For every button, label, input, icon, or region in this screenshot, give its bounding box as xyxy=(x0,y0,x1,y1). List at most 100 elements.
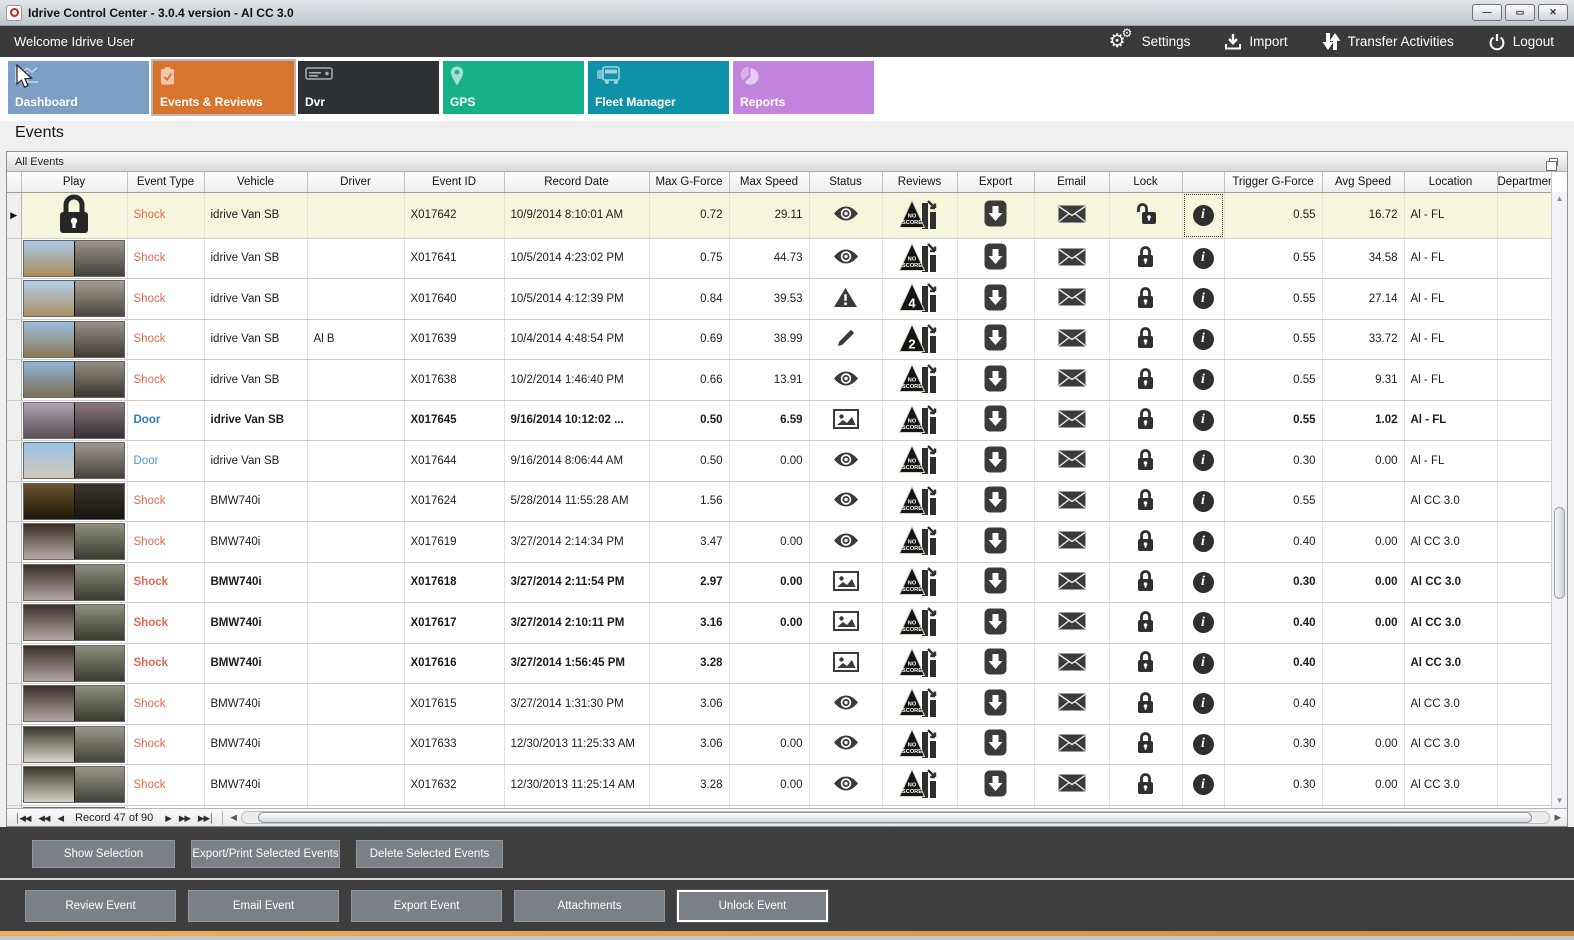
cell-status[interactable] xyxy=(809,764,883,806)
cell-play[interactable] xyxy=(21,764,128,806)
export-print-selected-events-button[interactable]: Export/Print Selected Events xyxy=(191,840,340,868)
column-header[interactable]: Export xyxy=(957,172,1035,193)
cell-email[interactable] xyxy=(1034,764,1110,806)
cell-reviews[interactable]: NO SCORE xyxy=(882,521,958,563)
cell-info[interactable]: i xyxy=(1182,359,1225,401)
table-row[interactable]: Shock BMW740i X017624 5/28/2014 11:55:28 AM… xyxy=(7,481,1552,522)
cell-lock[interactable] xyxy=(1109,440,1183,482)
column-header[interactable]: Email xyxy=(1034,172,1110,193)
cell-email[interactable] xyxy=(1034,724,1110,765)
transfer-activities-button[interactable]: Transfer Activities xyxy=(1322,32,1454,51)
tile-events-reviews[interactable]: Events & Reviews xyxy=(151,59,296,116)
table-row[interactable]: Shock idrive Van SB X017640 10/5/2014 4:12:… xyxy=(7,278,1552,320)
horizontal-scrollbar[interactable]: ◀ ▶ xyxy=(228,811,1563,824)
cell-export[interactable] xyxy=(957,724,1035,765)
horizontal-scrollbar-track[interactable] xyxy=(240,811,1551,824)
cell-info[interactable]: i xyxy=(1182,319,1225,360)
prev-page-button[interactable]: ◀◀ xyxy=(34,810,53,826)
cell-lock[interactable] xyxy=(1109,400,1183,441)
table-row[interactable]: Shock idrive Van SB X017641 10/5/2014 4:23:… xyxy=(7,238,1552,279)
cell-info[interactable]: i xyxy=(1182,521,1225,563)
cell-info[interactable]: i xyxy=(1182,278,1225,320)
cell-play[interactable] xyxy=(21,683,128,725)
cell-export[interactable] xyxy=(957,359,1035,401)
cell-status[interactable] xyxy=(809,359,883,401)
scroll-up-icon[interactable]: ▲ xyxy=(1552,192,1567,206)
column-header[interactable] xyxy=(1182,172,1225,193)
cell-lock[interactable] xyxy=(1109,481,1183,522)
minimize-button[interactable]: — xyxy=(1472,4,1502,21)
table-row[interactable]: Door idrive Van SB X017645 9/16/2014 10:12:… xyxy=(7,400,1552,441)
cell-info[interactable]: i xyxy=(1182,440,1225,482)
cell-lock[interactable] xyxy=(1109,238,1183,279)
cell-lock[interactable] xyxy=(1109,319,1183,360)
cell-status[interactable] xyxy=(809,481,883,522)
last-record-button[interactable]: ▶▶│ xyxy=(194,810,217,826)
cell-lock[interactable] xyxy=(1109,683,1183,725)
cell-info[interactable] xyxy=(1182,805,1225,808)
cell-play[interactable] xyxy=(21,278,128,320)
cell-status[interactable] xyxy=(809,319,883,360)
cell-info[interactable]: i xyxy=(1182,192,1225,239)
cell-email[interactable] xyxy=(1034,683,1110,725)
cell-play[interactable] xyxy=(21,440,128,482)
cell-info[interactable]: i xyxy=(1182,481,1225,522)
cell-lock[interactable] xyxy=(1109,562,1183,603)
column-header[interactable]: Location xyxy=(1404,172,1498,193)
scroll-down-icon[interactable]: ▼ xyxy=(1552,794,1567,808)
column-header[interactable]: Record Date xyxy=(504,172,650,193)
row-indicator[interactable] xyxy=(7,278,22,320)
cell-play[interactable] xyxy=(21,192,128,239)
cell-status[interactable] xyxy=(809,278,883,320)
email-event-button[interactable]: Email Event xyxy=(188,889,339,922)
cell-email[interactable] xyxy=(1034,440,1110,482)
row-indicator[interactable] xyxy=(7,238,22,279)
cell-lock[interactable] xyxy=(1109,278,1183,320)
cell-lock[interactable] xyxy=(1109,521,1183,563)
cell-reviews[interactable]: NO SCORE xyxy=(882,440,958,482)
maximize-button[interactable]: ▭ xyxy=(1505,4,1535,21)
column-header[interactable]: Avg Speed xyxy=(1322,172,1405,193)
cell-lock[interactable] xyxy=(1109,643,1183,684)
cell-lock[interactable] xyxy=(1109,764,1183,806)
column-header[interactable]: Event ID xyxy=(404,172,505,193)
column-header[interactable]: Max G-Force xyxy=(649,172,730,193)
cell-play[interactable] xyxy=(21,238,128,279)
cell-status[interactable] xyxy=(809,643,883,684)
row-indicator[interactable] xyxy=(7,481,22,522)
cell-reviews[interactable]: NO SCORE xyxy=(882,724,958,765)
logout-button[interactable]: Logout xyxy=(1488,33,1554,51)
cell-info[interactable]: i xyxy=(1182,643,1225,684)
row-indicator[interactable] xyxy=(7,602,22,644)
table-row[interactable]: ▶ Shock idrive Van SB X017642 10/9/2014 8:10… xyxy=(7,192,1552,239)
cell-email[interactable] xyxy=(1034,238,1110,279)
close-button[interactable]: ✕ xyxy=(1538,4,1568,21)
row-indicator[interactable] xyxy=(7,400,22,441)
column-header[interactable]: Event Type xyxy=(127,172,205,193)
column-header[interactable]: Trigger G-Force xyxy=(1224,172,1323,193)
cell-lock[interactable] xyxy=(1109,724,1183,765)
table-row[interactable]: Shock BMW740i X017615 3/27/2014 1:31:30 PM 3… xyxy=(7,683,1552,725)
row-indicator[interactable] xyxy=(7,643,22,684)
row-indicator[interactable] xyxy=(7,521,22,563)
cell-reviews[interactable]: NO SCORE xyxy=(882,602,958,644)
cell-info[interactable]: i xyxy=(1182,400,1225,441)
cell-reviews[interactable]: NO SCORE xyxy=(882,481,958,522)
cell-reviews[interactable]: 4 xyxy=(882,278,958,320)
cell-email[interactable] xyxy=(1034,805,1110,808)
cell-reviews[interactable]: NO SCORE xyxy=(882,764,958,806)
cell-export[interactable] xyxy=(957,562,1035,603)
cell-info[interactable]: i xyxy=(1182,724,1225,765)
row-indicator[interactable] xyxy=(7,724,22,765)
show-selection-button[interactable]: Show Selection xyxy=(32,840,175,868)
cell-email[interactable] xyxy=(1034,521,1110,563)
cell-status[interactable] xyxy=(809,724,883,765)
row-indicator[interactable] xyxy=(7,764,22,806)
cell-email[interactable] xyxy=(1034,192,1110,239)
cell-export[interactable] xyxy=(957,683,1035,725)
vertical-scrollbar[interactable]: ▲ ▼ xyxy=(1551,192,1567,808)
cell-lock[interactable] xyxy=(1109,805,1183,808)
prev-record-button[interactable]: ◀ xyxy=(53,810,67,826)
column-header[interactable]: Driver xyxy=(307,172,405,193)
cell-email[interactable] xyxy=(1034,481,1110,522)
